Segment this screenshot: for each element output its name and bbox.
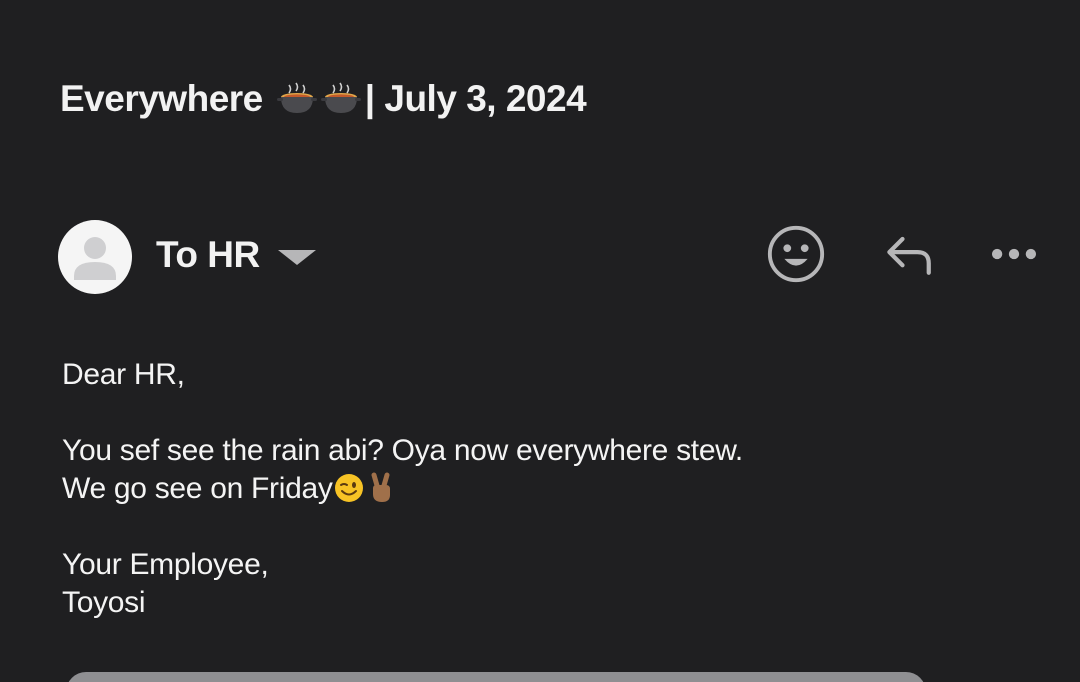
email-body: Dear HR, You sef see the rain abi? Oya n… <box>62 356 1022 622</box>
signature: Toyosi <box>62 586 146 619</box>
victory-hand-icon <box>365 472 397 504</box>
signoff: Your Employee, <box>62 548 269 581</box>
recipient-toggle[interactable]: To HR <box>156 234 316 276</box>
caret-down-icon <box>277 249 316 265</box>
previous-content-fragment <box>60 0 1020 4</box>
more-dots-icon <box>984 224 1044 289</box>
message-header: To HR <box>58 218 1048 294</box>
body-line-2-text: We go see on Friday <box>62 472 333 505</box>
reply-arrow-icon <box>880 224 940 289</box>
pot-of-food-icon <box>320 79 361 119</box>
recipient-label: To HR <box>156 234 260 275</box>
pot-of-food-icon <box>276 79 317 119</box>
react-button[interactable] <box>764 224 828 288</box>
email-subject: Everywhere | July 3, 2024 <box>60 78 587 120</box>
more-options-button[interactable] <box>982 224 1046 288</box>
greeting: Dear HR, <box>62 358 185 391</box>
bottom-action-bar[interactable] <box>66 672 926 682</box>
subject-prefix: Everywhere <box>60 78 263 119</box>
smiley-icon <box>765 223 827 290</box>
winking-face-icon <box>333 472 365 504</box>
reply-button[interactable] <box>878 224 942 288</box>
default-avatar-icon[interactable] <box>58 220 132 294</box>
body-line-1: You sef see the rain abi? Oya now everyw… <box>62 434 743 467</box>
subject-suffix: | July 3, 2024 <box>364 78 587 119</box>
body-line-2: We go see on Friday <box>62 470 1022 508</box>
